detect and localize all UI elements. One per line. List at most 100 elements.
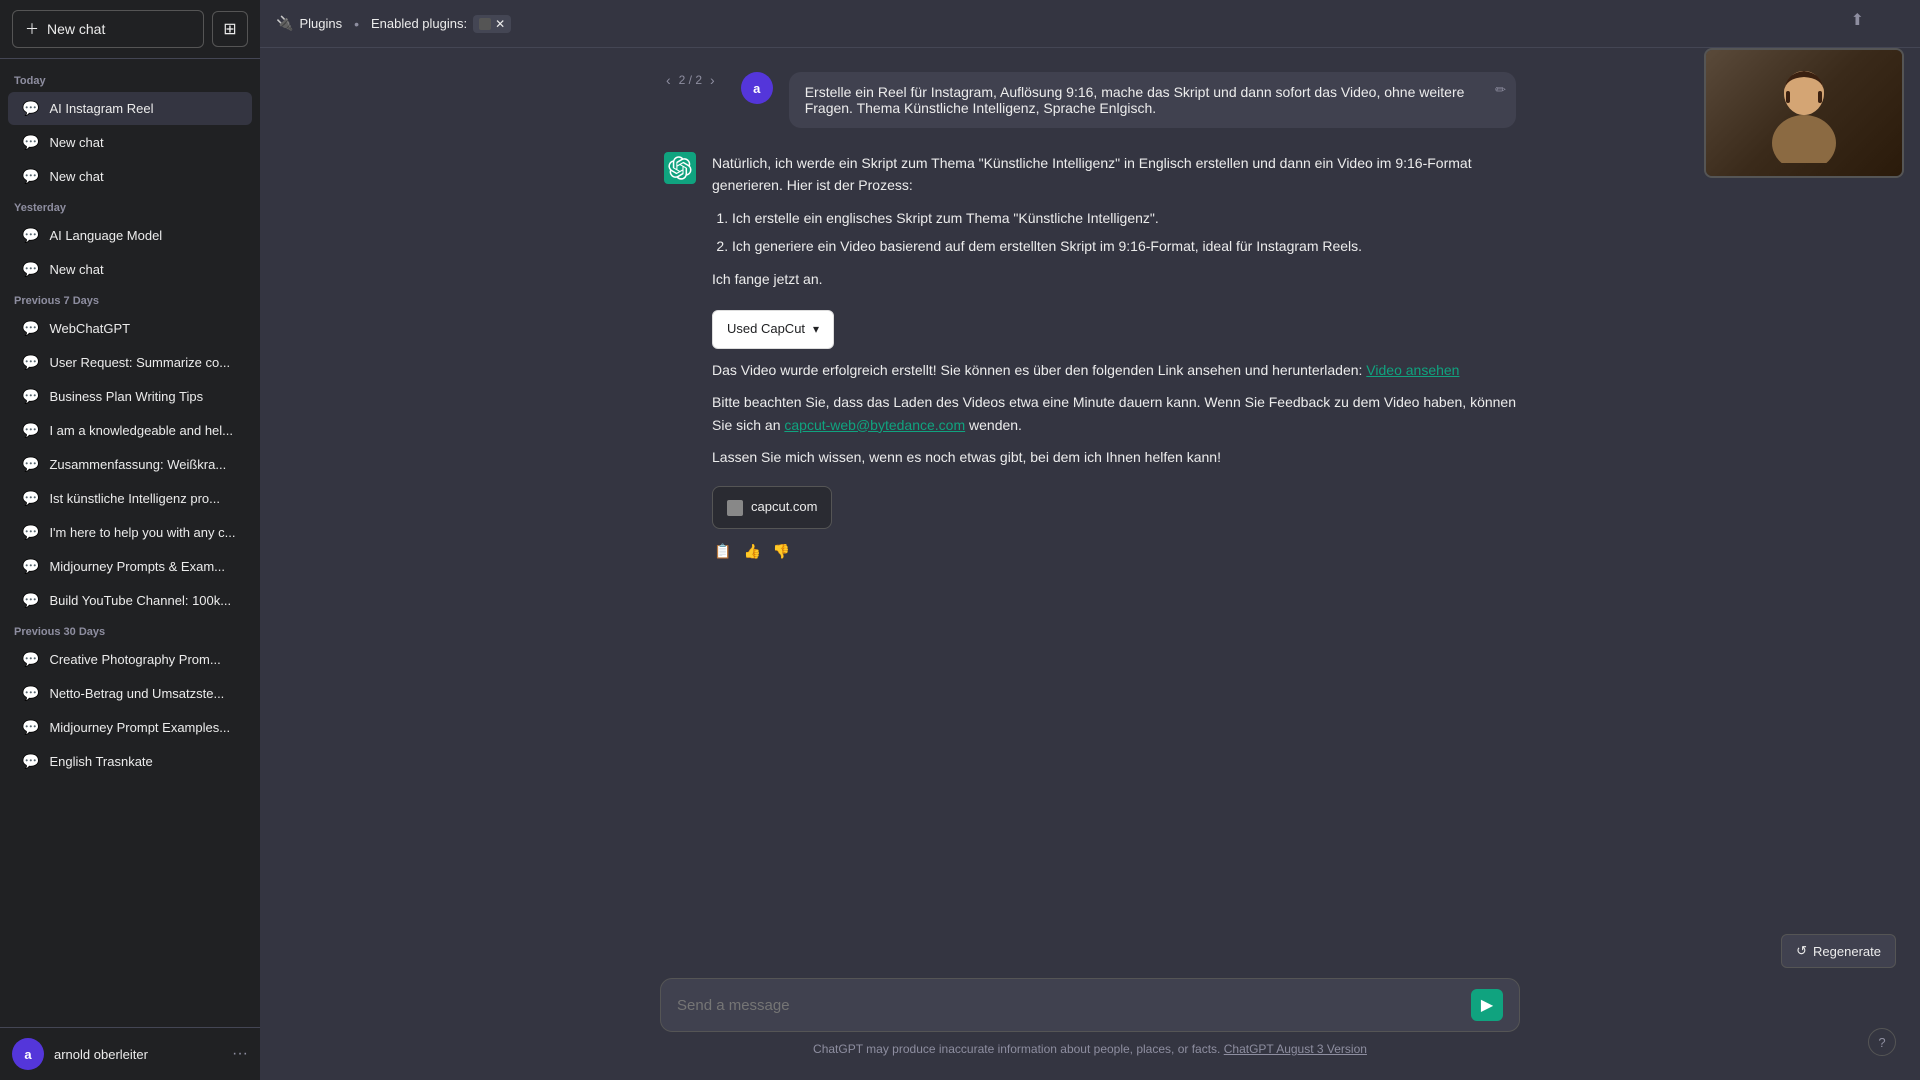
chat-icon: 💬 xyxy=(22,422,39,439)
chat-icon: 💬 xyxy=(22,100,39,117)
chat-input-wrapper: ▶ xyxy=(660,978,1520,1032)
regenerate-label: Regenerate xyxy=(1813,944,1881,959)
assistant-message-content: Natürlich, ich werde ein Skript zum Them… xyxy=(712,152,1516,562)
copy-button[interactable]: 📋 xyxy=(712,541,733,562)
assistant-avatar xyxy=(664,152,696,184)
prev-message-button[interactable]: ‹ xyxy=(664,72,673,88)
sidebar-layout-button[interactable]: ⊞ xyxy=(212,11,248,47)
sidebar-item-label: WebChatGPT xyxy=(49,321,238,336)
video-link[interactable]: Video ansehen xyxy=(1366,362,1459,378)
topbar: 🔌 Plugins • Enabled plugins: ✕ ⬆ xyxy=(260,0,1920,48)
capcut-plugin-label: Used CapCut xyxy=(727,319,805,340)
more-options-icon[interactable]: ··· xyxy=(232,1045,248,1063)
sidebar-item-new-chat-1[interactable]: 💬 New chat xyxy=(8,126,252,159)
chat-icon: 💬 xyxy=(22,388,39,405)
sidebar-item-label: Midjourney Prompt Examples... xyxy=(49,720,238,735)
assistant-message: Natürlich, ich werde ein Skript zum Them… xyxy=(640,152,1540,562)
message-actions: 📋 👍 👎 xyxy=(712,541,1516,562)
step-2: Ich generiere ein Video basierend auf de… xyxy=(732,235,1516,257)
enabled-plugin-badge[interactable]: ✕ xyxy=(473,15,511,33)
chat-icon: 💬 xyxy=(22,524,39,541)
sidebar-item-business-plan[interactable]: 💬 Business Plan Writing Tips xyxy=(8,380,252,413)
success-text: Das Video wurde erfolgreich erstellt! Si… xyxy=(712,359,1516,381)
main-content: 🔌 Plugins • Enabled plugins: ✕ ⬆ xyxy=(260,0,1920,1080)
pagination: ‹ 2 / 2 › xyxy=(664,72,717,88)
disclaimer-link[interactable]: ChatGPT August 3 Version xyxy=(1224,1042,1367,1056)
sidebar-item-label: Build YouTube Channel: 100k... xyxy=(49,593,238,608)
sidebar-item-ai-language-model[interactable]: 💬 AI Language Model xyxy=(8,219,252,252)
sidebar-item-english[interactable]: 💬 English Trasnkate xyxy=(8,745,252,778)
user-profile[interactable]: a arnold oberleiter ··· xyxy=(0,1027,260,1080)
capcut-plugin-icon xyxy=(479,18,491,30)
plugins-label: Plugins xyxy=(299,16,342,31)
sidebar-item-ai-instagram-reel[interactable]: 💬 AI Instagram Reel ✏️ 🗑 xyxy=(8,92,252,125)
video-person xyxy=(1706,50,1902,176)
capcut-favicon xyxy=(727,500,743,516)
regenerate-row: ↺ Regenerate xyxy=(284,934,1896,968)
disclaimer-text: ChatGPT may produce inaccurate informati… xyxy=(284,1042,1896,1056)
video-thumbnail xyxy=(1704,48,1904,178)
sidebar-item-knowledgeable[interactable]: 💬 I am a knowledgeable and hel... xyxy=(8,414,252,447)
sidebar-item-help[interactable]: 💬 I'm here to help you with any c... xyxy=(8,516,252,549)
chat-icon: 💬 xyxy=(22,592,39,609)
sidebar-nav: Today 💬 AI Instagram Reel ✏️ 🗑 💬 New cha… xyxy=(0,59,260,1027)
sidebar-item-label: I am a knowledgeable and hel... xyxy=(49,423,238,438)
user-avatar: a xyxy=(741,72,773,104)
sidebar-item-photography[interactable]: 💬 Creative Photography Prom... xyxy=(8,643,252,676)
avatar: a xyxy=(12,1038,44,1070)
sidebar-item-youtube[interactable]: 💬 Build YouTube Channel: 100k... xyxy=(8,584,252,617)
sidebar-item-new-chat-2[interactable]: 💬 New chat xyxy=(8,160,252,193)
sidebar-item-label: Business Plan Writing Tips xyxy=(49,389,238,404)
sidebar-item-zusammenfassung[interactable]: 💬 Zusammenfassung: Weißkra... xyxy=(8,448,252,481)
chat-icon: 💬 xyxy=(22,490,39,507)
share-button[interactable]: ⬆ xyxy=(1851,10,1864,30)
sidebar-item-netto[interactable]: 💬 Netto-Betrag und Umsatzste... xyxy=(8,677,252,710)
regenerate-button[interactable]: ↺ Regenerate xyxy=(1781,934,1896,968)
new-chat-button[interactable]: ＋ New chat xyxy=(12,10,204,48)
sidebar-item-label: Ist künstliche Intelligenz pro... xyxy=(49,491,238,506)
layout-icon: ⊞ xyxy=(223,19,236,39)
chat-icon: 💬 xyxy=(22,168,39,185)
sidebar-item-webchatgpt[interactable]: 💬 WebChatGPT xyxy=(8,312,252,345)
sidebar-item-label: Midjourney Prompts & Exam... xyxy=(49,559,238,574)
help-button[interactable]: ? xyxy=(1868,1028,1896,1056)
capcut-card[interactable]: capcut.com xyxy=(712,486,832,529)
chat-icon: 💬 xyxy=(22,558,39,575)
email-link[interactable]: capcut-web@bytedance.com xyxy=(784,417,965,433)
sidebar-item-kuenstliche[interactable]: 💬 Ist künstliche Intelligenz pro... xyxy=(8,482,252,515)
sidebar-item-midjourney[interactable]: 💬 Midjourney Prompts & Exam... xyxy=(8,550,252,583)
enabled-plugins-label: Enabled plugins: xyxy=(371,16,467,31)
chevron-down-icon: ▾ xyxy=(813,320,819,339)
disclaimer-label: ChatGPT may produce inaccurate informati… xyxy=(813,1042,1220,1056)
chat-input[interactable] xyxy=(677,997,1461,1014)
plugin-dropdown[interactable]: Used CapCut ▾ xyxy=(712,310,834,349)
sidebar-item-label: User Request: Summarize co... xyxy=(49,355,238,370)
username-label: arnold oberleiter xyxy=(54,1047,222,1062)
next-message-button[interactable]: › xyxy=(708,72,717,88)
sidebar-item-label: New chat xyxy=(49,262,238,277)
chat-icon: 💬 xyxy=(22,134,39,151)
enabled-plugins-section[interactable]: Enabled plugins: ✕ xyxy=(371,15,511,33)
regenerate-icon: ↺ xyxy=(1796,943,1807,959)
send-icon: ▶ xyxy=(1481,995,1493,1015)
chat-icon: 💬 xyxy=(22,456,39,473)
thumbs-down-button[interactable]: 👎 xyxy=(771,541,792,562)
assistant-intro-text: Natürlich, ich werde ein Skript zum Them… xyxy=(712,152,1516,197)
sidebar-item-new-chat-3[interactable]: 💬 New chat xyxy=(8,253,252,286)
plugins-icon: 🔌 xyxy=(276,15,293,32)
user-message: ‹ 2 / 2 › a Erstelle ein Reel für Instag… xyxy=(640,72,1540,128)
edit-message-icon[interactable]: ✏ xyxy=(1495,82,1506,98)
sidebar-item-label: AI Language Model xyxy=(49,228,238,243)
message-row: ‹ 2 / 2 › a Erstelle ein Reel für Instag… xyxy=(664,72,1516,128)
today-section-label: Today xyxy=(0,67,260,91)
separator-dot: • xyxy=(354,16,359,32)
thumbs-up-button[interactable]: 👍 xyxy=(741,541,762,562)
send-button[interactable]: ▶ xyxy=(1471,989,1503,1021)
chat-icon: 💬 xyxy=(22,227,39,244)
user-message-content: Erstelle ein Reel für Instagram, Auflösu… xyxy=(789,72,1516,128)
plugins-button[interactable]: 🔌 Plugins xyxy=(276,15,342,32)
sidebar-item-user-request[interactable]: 💬 User Request: Summarize co... xyxy=(8,346,252,379)
close-plugin-icon[interactable]: ✕ xyxy=(495,17,505,31)
sidebar-item-midjourney2[interactable]: 💬 Midjourney Prompt Examples... xyxy=(8,711,252,744)
chat-icon: 💬 xyxy=(22,354,39,371)
